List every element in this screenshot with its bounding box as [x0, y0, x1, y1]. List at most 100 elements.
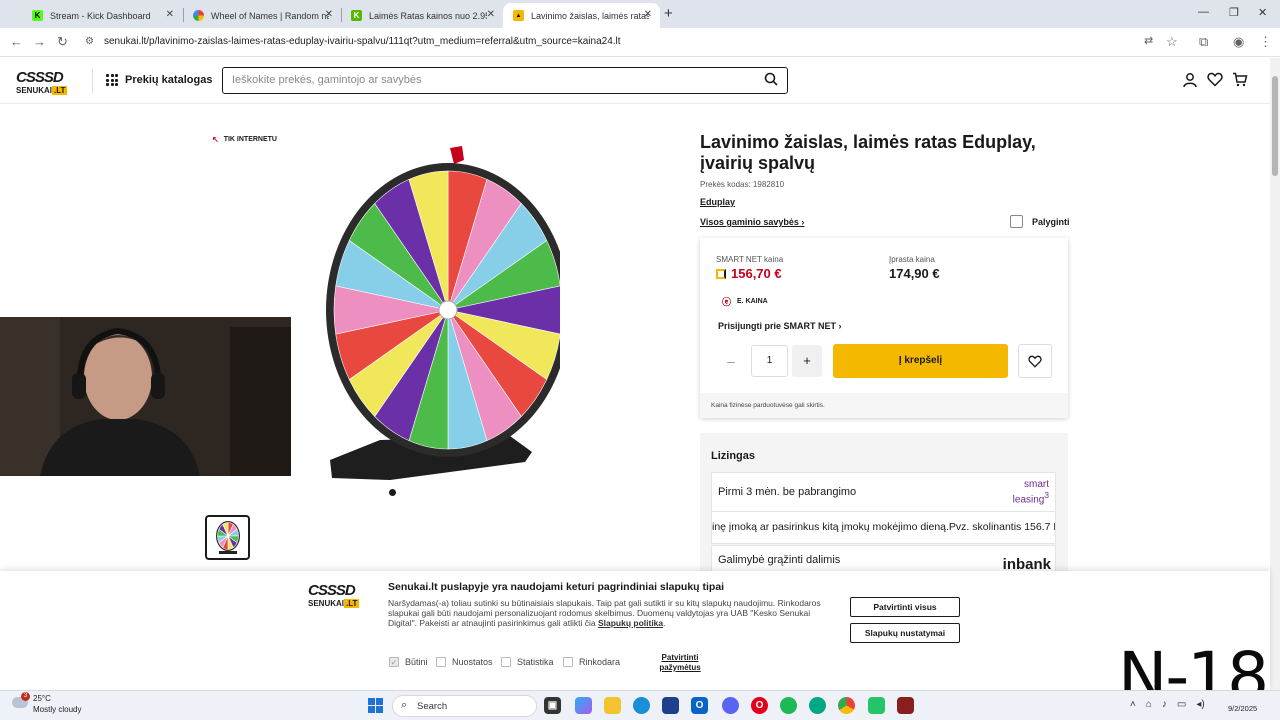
leasing-section: Lizingas Pirmi 3 mėn. be pabrangimo smar… [700, 433, 1068, 571]
address-bar: ← → ↻ ⚙ senukai.lt/p/lavinimo-zaislas-la… [0, 28, 1280, 57]
scroll-thumb[interactable] [1272, 76, 1278, 176]
leasing-option-label: Pirmi 3 mėn. be pabrangimo [718, 486, 857, 498]
volume-icon[interactable]: ◂) [1196, 699, 1204, 710]
quantity-input[interactable]: 1 [751, 345, 788, 377]
tab-title: Wheel of Names | Random name [211, 10, 329, 21]
discord-icon[interactable] [722, 697, 739, 714]
browser-tab-senukai[interactable]: ▲ Lavinimo žaislas, laimės ratas E ✕ [503, 3, 660, 28]
browser-menu-icon[interactable]: ⋮ [1259, 34, 1272, 50]
browser-tab-bar: K Stream - Kick Dashboard ✕ Wheel of Nam… [0, 0, 1280, 28]
cookie-category-preferences[interactable]: Nuostatos [436, 657, 493, 667]
url-field[interactable]: senukai.lt/p/lavinimo-zaislas-laimes-rat… [104, 36, 621, 47]
bookmark-star-icon[interactable]: ☆ [1166, 34, 1178, 50]
close-tab-icon[interactable]: ✕ [487, 9, 495, 20]
wishlist-heart-icon[interactable] [1207, 72, 1223, 87]
product-image[interactable] [300, 140, 570, 500]
task-view-icon[interactable]: ▣ [544, 697, 561, 714]
logo-text: SENUKAI [308, 599, 345, 608]
product-thumbnail[interactable] [205, 515, 250, 560]
close-tab-icon[interactable]: ✕ [325, 9, 333, 20]
regular-price: 174,90 € [889, 266, 940, 281]
senukai-logo[interactable]: CSSSD SENUKAI .LT [16, 69, 68, 95]
windows-start-icon[interactable] [368, 698, 383, 713]
kaina24-icon: K [351, 10, 362, 21]
cookie-category-statistics[interactable]: Statistika [501, 657, 554, 667]
streamer-webcam-overlay [0, 317, 291, 476]
image-pagination-dot[interactable] [389, 489, 396, 496]
store-icon[interactable] [662, 697, 679, 714]
translate-icon[interactable]: ⇄ [1144, 34, 1153, 47]
brand-link[interactable]: Eduplay [700, 197, 735, 207]
system-clock[interactable]: 9/2/2025 [1228, 694, 1257, 714]
page-scrollbar[interactable] [1270, 58, 1280, 690]
chevron-up-icon[interactable]: ˄ [1130, 699, 1136, 710]
cookie-text: Naršydamas(-a) toliau sutinki su būtinai… [388, 598, 821, 628]
accept-all-cookies-button[interactable]: Patvirtinti visus [850, 597, 960, 617]
shield-app-icon[interactable] [897, 697, 914, 714]
new-tab-icon[interactable]: + [664, 5, 673, 22]
taskbar-search-label: Search [417, 701, 448, 712]
microphone-icon[interactable]: ♪ [1162, 699, 1167, 710]
smart-net-icon [716, 268, 726, 279]
site-info-icon[interactable]: ⚙ [85, 36, 94, 47]
quantity-decrease-button[interactable]: – [721, 345, 741, 377]
search-input[interactable] [232, 74, 752, 86]
display-icon[interactable]: ▭ [1177, 699, 1186, 710]
back-icon[interactable]: ← [10, 34, 23, 49]
all-properties-link[interactable]: Visos gaminio savybės › [700, 217, 804, 227]
spotify-icon[interactable] [780, 697, 797, 714]
kick-studio-icon[interactable] [868, 697, 885, 714]
leasing-option-smart[interactable]: Pirmi 3 mėn. be pabrangimo smart leasing3 [711, 472, 1056, 512]
cookie-category-marketing[interactable]: Rinkodara [563, 657, 620, 667]
login-label: Prisijungti prie SMART NET [718, 321, 837, 331]
cookie-category-required: ✓ Būtini [389, 657, 428, 667]
cookie-policy-link[interactable]: Slapukų politika [598, 618, 663, 628]
checkbox[interactable] [501, 657, 511, 667]
catalog-button[interactable]: Prekių katalogas [106, 74, 212, 86]
compare-checkbox[interactable] [1010, 215, 1023, 228]
compare-toggle[interactable]: Palyginti [1010, 215, 1070, 228]
cookie-settings-button[interactable]: Slapukų nustatymai [850, 623, 960, 643]
network-icon[interactable]: ⌂ [1146, 699, 1152, 710]
weather-widget[interactable]: 25°C Mostly cloudy [12, 693, 81, 715]
browser-tab-kaina24[interactable]: K Laimės Ratas kainos nuo 2.95 € ✕ [341, 3, 503, 28]
logo-tld: .LT [52, 86, 68, 95]
copilot-icon[interactable] [575, 697, 592, 714]
close-tab-icon[interactable]: ✕ [166, 9, 174, 20]
quantity-increase-button[interactable]: + [792, 345, 822, 377]
category-label: Būtini [405, 657, 428, 667]
edge-icon[interactable] [633, 697, 650, 714]
search-icon[interactable] [764, 72, 778, 86]
reload-icon[interactable]: ↻ [57, 34, 68, 50]
tab-title: Stream - Kick Dashboard [50, 10, 151, 21]
minimize-icon[interactable]: — [1198, 6, 1209, 18]
taskbar-search[interactable]: ⌕ Search [392, 695, 537, 717]
smart-net-login-link[interactable]: Prisijungti prie SMART NET › [718, 321, 842, 331]
logo-text: SENUKAI [16, 86, 53, 95]
close-tab-icon[interactable]: ✕ [644, 9, 652, 20]
add-to-wishlist-button[interactable] [1018, 344, 1052, 378]
confirm-selected-cookies-link[interactable]: Patvirtinti pažymėtus [654, 653, 706, 673]
extensions-icon[interactable]: ⧉ [1199, 34, 1208, 50]
opera-icon[interactable]: O [751, 697, 768, 714]
add-to-cart-button[interactable]: Į krepšelį [833, 344, 1008, 378]
user-account-icon[interactable] [1183, 72, 1197, 88]
cart-icon[interactable] [1232, 72, 1248, 87]
checkbox[interactable] [436, 657, 446, 667]
browser-tab-kick[interactable]: K Stream - Kick Dashboard ✕ [22, 3, 182, 28]
cursor-tag-icon: ↖ [212, 135, 219, 144]
leasing-option-inbank[interactable]: Galimybė grąžinti dalimis inbank [711, 545, 1056, 571]
temperature: 25°C [33, 694, 51, 703]
browser-tab-wheel-of-names[interactable]: Wheel of Names | Random name ✕ [183, 3, 341, 28]
restore-icon[interactable]: ❐ [1229, 6, 1239, 19]
chevron-right-icon: › [838, 321, 842, 331]
whatsapp-icon[interactable] [809, 697, 826, 714]
checkbox[interactable] [563, 657, 573, 667]
profile-icon[interactable]: ◉ [1233, 34, 1244, 50]
chrome-icon[interactable] [838, 697, 855, 714]
close-window-icon[interactable]: ✕ [1258, 6, 1267, 19]
price-disclaimer: Kaina fizinėse parduotuvėse gali skirtis… [700, 393, 1068, 418]
outlook-icon[interactable]: O [691, 697, 708, 714]
file-explorer-icon[interactable] [604, 697, 621, 714]
forward-icon[interactable]: → [33, 34, 46, 49]
